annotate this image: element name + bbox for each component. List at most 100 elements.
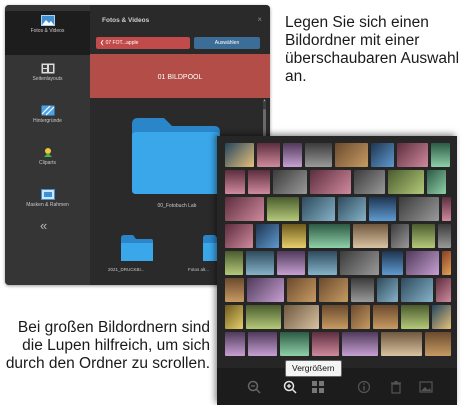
photo-thumbnail[interactable] [248, 332, 277, 356]
photo-thumbnail[interactable] [283, 143, 302, 167]
photo-thumbnail[interactable] [225, 278, 244, 302]
photo-thumbnail[interactable] [312, 332, 339, 356]
photo-thumbnail[interactable] [442, 251, 451, 275]
sidebar-item-backgrounds[interactable]: Hintergründe [5, 101, 90, 145]
photo-thumbnail[interactable] [246, 305, 281, 329]
photo-thumbnail[interactable] [401, 278, 433, 302]
thumbnail-grid [225, 143, 451, 359]
zoom-in-tooltip: Vergrößern [285, 360, 342, 377]
photo-thumbnail[interactable] [305, 143, 332, 167]
sidebar-item-label: Masken & Rahmen [26, 202, 69, 208]
sidebar: Fotos & Videos Seitenlayouts Hintergründ… [5, 5, 90, 285]
photo-thumbnail[interactable] [338, 197, 366, 221]
zoom-out-icon[interactable] [247, 380, 261, 394]
trash-icon[interactable] [389, 380, 403, 394]
photos-icon [40, 15, 55, 26]
sidebar-item-label: Fotos & Videos [30, 28, 65, 34]
info-icon[interactable] [357, 380, 371, 394]
photo-thumbnail[interactable] [401, 305, 429, 329]
scroll-thumb[interactable] [263, 109, 266, 139]
photo-thumbnail[interactable] [412, 224, 435, 248]
photo-thumbnail[interactable] [373, 305, 398, 329]
current-folder-header: 01 BILDPOOL [90, 54, 270, 98]
photo-thumbnail[interactable] [438, 224, 451, 248]
thumbnail-browser-window: Vergrößern [217, 136, 457, 405]
photo-thumbnail[interactable] [309, 224, 350, 248]
panel-title: Fotos & Videos [102, 17, 150, 24]
photo-thumbnail[interactable] [277, 251, 305, 275]
photo-thumbnail[interactable] [432, 305, 451, 329]
photo-thumbnail[interactable] [442, 197, 451, 221]
photo-thumbnail[interactable] [225, 143, 254, 167]
sidebar-item-label: Seitenlayouts [32, 76, 63, 82]
sidebar-item-layouts[interactable]: Seitenlayouts [5, 59, 90, 103]
layouts-icon [41, 63, 54, 74]
photo-thumbnail[interactable] [369, 197, 396, 221]
photo-thumbnail[interactable] [247, 278, 284, 302]
photo-thumbnail[interactable] [427, 170, 446, 194]
photo-thumbnail[interactable] [280, 332, 309, 356]
photo-thumbnail[interactable] [225, 251, 243, 275]
folder-label: 2021_DRUCKBI... [108, 267, 145, 272]
folder-icon[interactable] [130, 110, 222, 196]
photo-thumbnail[interactable] [354, 170, 385, 194]
photo-thumbnail[interactable] [335, 143, 368, 167]
photo-thumbnail[interactable] [353, 224, 388, 248]
photo-thumbnail[interactable] [256, 224, 279, 248]
photo-thumbnail[interactable] [225, 224, 253, 248]
photo-thumbnail[interactable] [381, 332, 422, 356]
photo-thumbnail[interactable] [248, 170, 270, 194]
picture-icon[interactable] [419, 380, 433, 394]
photo-thumbnail[interactable] [287, 278, 316, 302]
photo-thumbnail[interactable] [319, 278, 348, 302]
photo-thumbnail[interactable] [257, 143, 280, 167]
folder-back-button[interactable]: ❮ 07 FOT...apple [96, 37, 190, 49]
current-folder-label: 01 BILDPOOL [157, 74, 203, 81]
masks-frames-icon [40, 189, 55, 200]
zoom-in-icon[interactable] [283, 380, 297, 394]
photo-thumbnail[interactable] [399, 197, 439, 221]
sidebar-item-label: Hintergründe [33, 118, 62, 124]
photo-thumbnail[interactable] [351, 305, 370, 329]
photo-thumbnail[interactable] [267, 197, 299, 221]
photo-thumbnail[interactable] [225, 197, 264, 221]
photo-thumbnail[interactable] [377, 278, 398, 302]
folder-icon[interactable] [120, 233, 154, 263]
photo-thumbnail[interactable] [351, 278, 374, 302]
close-icon[interactable]: × [257, 15, 262, 24]
backgrounds-icon [41, 105, 54, 116]
caption-bottom: Bei großen Bildordnern sind die Lupen hi… [5, 319, 210, 372]
sidebar-item-cliparts[interactable]: Cliparts [5, 143, 90, 187]
sidebar-item-masks-frames[interactable]: Masken & Rahmen [5, 185, 90, 229]
photo-thumbnail[interactable] [310, 170, 351, 194]
photo-thumbnail[interactable] [391, 224, 409, 248]
photo-thumbnail[interactable] [406, 251, 439, 275]
cliparts-icon [43, 148, 52, 157]
sidebar-item-label: Cliparts [39, 160, 56, 166]
photo-thumbnail[interactable] [340, 251, 379, 275]
photo-thumbnail[interactable] [225, 305, 243, 329]
photo-thumbnail[interactable] [431, 143, 450, 167]
grid-icon[interactable] [311, 380, 325, 394]
photo-thumbnail[interactable] [273, 170, 307, 194]
photo-thumbnail[interactable] [302, 197, 335, 221]
photo-thumbnail[interactable] [308, 251, 337, 275]
photo-thumbnail[interactable] [388, 170, 424, 194]
photo-thumbnail[interactable] [225, 170, 245, 194]
photo-thumbnail[interactable] [282, 224, 306, 248]
photo-thumbnail[interactable] [397, 143, 428, 167]
caption-top: Legen Sie sich einen Bildordner mit eine… [285, 14, 460, 85]
sidebar-item-photos-videos[interactable]: Fotos & Videos [5, 11, 90, 55]
select-button[interactable]: Auswählen [194, 37, 260, 49]
photo-thumbnail[interactable] [371, 143, 394, 167]
folder-label: Fotos alt... [188, 267, 210, 272]
photo-thumbnail[interactable] [225, 332, 245, 356]
photo-thumbnail[interactable] [425, 332, 451, 356]
photo-thumbnail[interactable] [436, 278, 451, 302]
photo-thumbnail[interactable] [284, 305, 319, 329]
collapse-sidebar-button[interactable]: « [40, 218, 47, 233]
photo-thumbnail[interactable] [382, 251, 403, 275]
photo-thumbnail[interactable] [342, 332, 378, 356]
photo-thumbnail[interactable] [246, 251, 274, 275]
photo-thumbnail[interactable] [322, 305, 348, 329]
